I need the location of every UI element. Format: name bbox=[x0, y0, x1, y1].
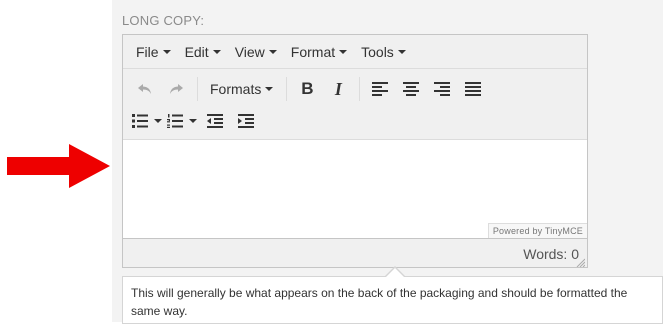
align-justify-button[interactable] bbox=[459, 75, 487, 103]
editor-menubar: File Edit View Format Tools bbox=[123, 35, 587, 69]
bold-button[interactable]: B bbox=[293, 75, 321, 103]
align-center-icon bbox=[403, 82, 420, 96]
editor-statusbar: Words: 0 bbox=[123, 239, 587, 269]
bullet-list-icon bbox=[132, 114, 148, 128]
menu-tools[interactable]: Tools bbox=[354, 35, 413, 68]
editor-toolbar-row-2 bbox=[123, 105, 587, 137]
align-right-icon bbox=[434, 82, 451, 96]
outdent-button[interactable] bbox=[201, 107, 229, 135]
align-right-button[interactable] bbox=[428, 75, 456, 103]
align-left-icon bbox=[372, 82, 389, 96]
tooltip-pointer-inner bbox=[385, 268, 405, 278]
resize-handle-icon[interactable] bbox=[576, 258, 585, 267]
menu-format-label: Format bbox=[290, 43, 336, 60]
align-center-button[interactable] bbox=[397, 75, 425, 103]
formats-dropdown[interactable]: Formats bbox=[204, 75, 279, 103]
indent-icon bbox=[238, 114, 254, 128]
redo-icon bbox=[170, 84, 183, 94]
toolbar-separator bbox=[359, 77, 361, 101]
menu-file[interactable]: File bbox=[129, 35, 178, 68]
bullet-list-options-chevron-down-icon[interactable] bbox=[154, 119, 162, 123]
numbered-list-icon bbox=[167, 114, 183, 128]
outdent-icon bbox=[207, 114, 223, 128]
italic-button[interactable]: I bbox=[324, 75, 352, 103]
align-justify-icon bbox=[465, 82, 482, 96]
numbered-list-button[interactable] bbox=[166, 107, 184, 135]
menu-file-label: File bbox=[136, 43, 159, 60]
formats-label: Formats bbox=[210, 81, 262, 97]
red-arrow-indicator bbox=[7, 144, 110, 188]
numbered-list-options-chevron-down-icon[interactable] bbox=[189, 119, 197, 123]
editor-toolbar-row-1: Formats B I bbox=[123, 73, 587, 105]
chevron-down-icon bbox=[268, 49, 277, 54]
help-text: This will generally be what appears on t… bbox=[131, 286, 628, 318]
help-tooltip: This will generally be what appears on t… bbox=[122, 276, 663, 324]
menu-view-label: View bbox=[234, 43, 265, 60]
undo-icon bbox=[138, 84, 151, 94]
rich-text-editor: File Edit View Format Tools Formats B I bbox=[122, 34, 588, 268]
menu-view[interactable]: View bbox=[228, 35, 284, 68]
toolbar-separator bbox=[286, 77, 288, 101]
chevron-down-icon bbox=[212, 49, 221, 54]
chevron-down-icon bbox=[397, 49, 406, 54]
menu-format[interactable]: Format bbox=[284, 35, 354, 68]
menu-tools-label: Tools bbox=[361, 43, 394, 60]
field-label: LONG COPY: bbox=[122, 13, 205, 28]
align-left-button[interactable] bbox=[366, 75, 394, 103]
word-count: Words: 0 bbox=[523, 246, 579, 262]
chevron-down-icon bbox=[162, 49, 171, 54]
undo-button[interactable] bbox=[131, 75, 159, 103]
menu-edit[interactable]: Edit bbox=[178, 35, 228, 68]
redo-button[interactable] bbox=[162, 75, 190, 103]
chevron-down-icon bbox=[339, 49, 348, 54]
menu-edit-label: Edit bbox=[184, 43, 209, 60]
toolbar-separator bbox=[197, 77, 198, 101]
powered-by-link[interactable]: Powered by TinyMCE bbox=[487, 223, 587, 238]
chevron-down-icon bbox=[265, 87, 274, 91]
indent-button[interactable] bbox=[232, 107, 260, 135]
bullet-list-button[interactable] bbox=[131, 107, 149, 135]
editor-content-area[interactable]: Powered by TinyMCE bbox=[123, 139, 587, 239]
